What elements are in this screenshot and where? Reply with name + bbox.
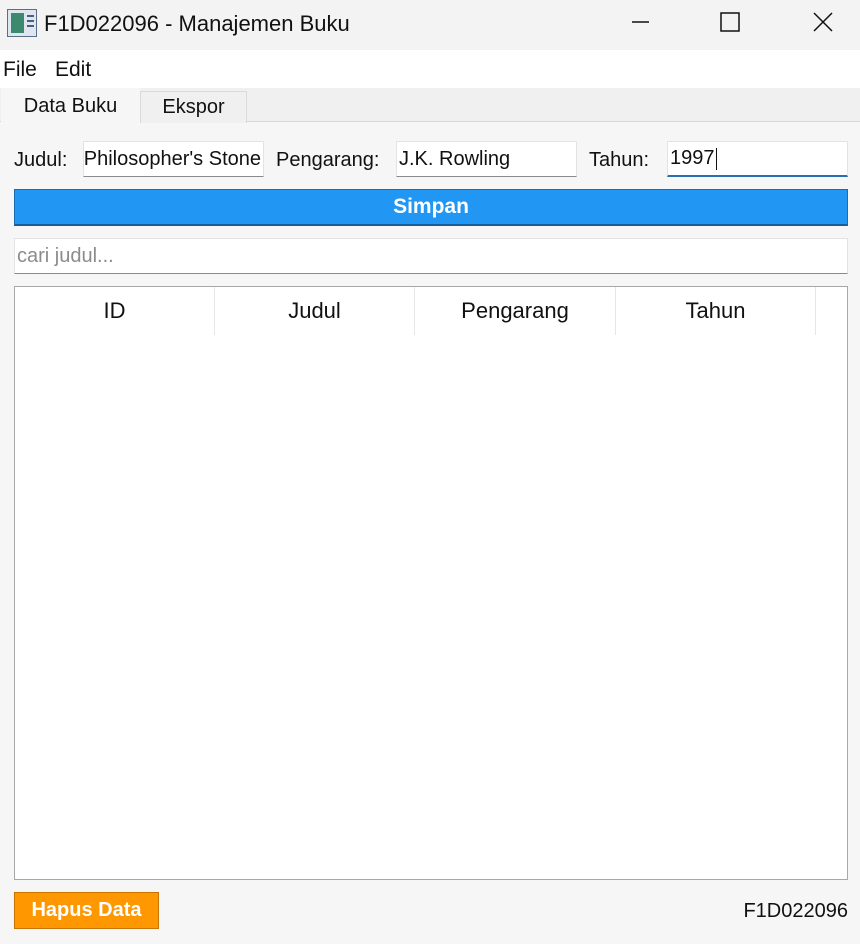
tahun-label: Tahun: [589,149,650,171]
judul-label: Judul: [14,149,68,171]
menu-file[interactable]: File [3,58,37,82]
pengarang-value: J.K. Rowling [399,147,511,170]
column-header-tahun[interactable]: Tahun [616,287,816,335]
text-caret [715,147,717,170]
column-header-judul[interactable]: Judul [215,287,415,335]
close-button[interactable] [768,0,860,44]
column-header-id[interactable]: ID [15,287,215,335]
judul-input[interactable]: Philosopher's Stone [83,141,264,177]
column-header-pengarang[interactable]: Pengarang [415,287,616,335]
delete-button[interactable]: Hapus Data [14,892,159,929]
books-table[interactable]: ID Judul Pengarang Tahun [14,286,848,880]
pengarang-input[interactable]: J.K. Rowling [396,141,577,177]
save-button[interactable]: Simpan [14,189,848,226]
pengarang-label: Pengarang: [276,149,380,171]
judul-value: Philosopher's Stone [83,147,261,170]
tab-bar: Ekspor Data Buku [0,88,860,123]
tahun-value: 1997 [670,147,715,169]
close-icon [813,12,833,32]
search-placeholder: cari judul... [17,244,114,267]
maximize-button[interactable] [684,0,776,44]
minimize-button[interactable] [594,0,686,44]
app-window-icon [7,9,37,37]
status-student-id: F1D022096 [743,900,848,922]
search-input[interactable]: cari judul... [14,238,848,274]
tab-ekspor[interactable]: Ekspor [140,91,247,123]
menu-edit[interactable]: Edit [55,58,91,82]
title-bar: F1D022096 - Manajemen Buku [0,0,860,50]
minimize-icon [632,21,649,23]
tab-data-buku[interactable]: Data Buku [1,88,140,123]
window-title: F1D022096 - Manajemen Buku [44,11,350,36]
tahun-input[interactable]: 1997 [667,141,848,177]
menu-bar: File Edit [0,50,860,88]
maximize-icon [720,12,740,32]
